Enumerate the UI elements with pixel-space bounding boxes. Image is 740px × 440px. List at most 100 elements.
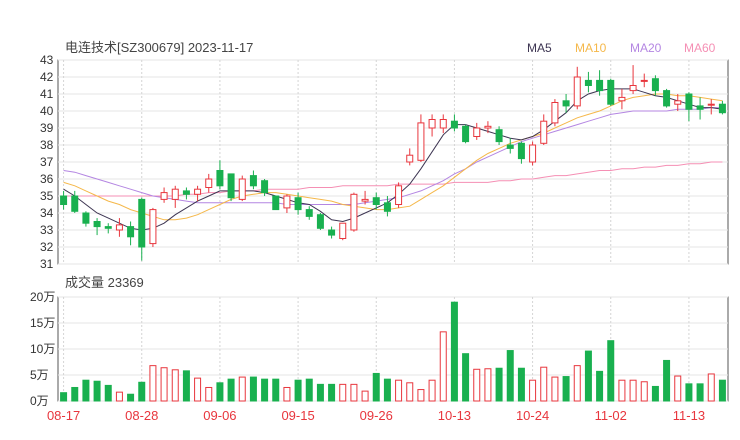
candle: [115, 218, 123, 237]
candle: [484, 121, 492, 134]
volume-bar: [350, 383, 358, 402]
volume-bar: [484, 368, 492, 402]
price-tick-label: 39: [40, 121, 54, 135]
price-tick-label: 42: [40, 70, 54, 84]
candle-body: [506, 144, 514, 149]
candle-body: [395, 185, 403, 206]
candle-body: [182, 190, 190, 195]
volume-bar: [495, 367, 503, 402]
volume-bar: [82, 379, 90, 402]
volume-bar: [328, 383, 336, 402]
candle: [573, 66, 581, 110]
candle: [182, 187, 190, 200]
candle-body: [127, 226, 135, 238]
volume-bar: [696, 383, 704, 402]
volume-bar: [127, 393, 135, 402]
volume-bar: [160, 367, 168, 402]
candle-body: [462, 125, 470, 143]
candle-body: [651, 78, 659, 92]
candle-body: [718, 103, 726, 114]
candle: [607, 78, 615, 106]
candle: [651, 75, 659, 96]
candle: [450, 114, 458, 132]
candle: [596, 70, 604, 96]
volume-bar: [596, 370, 604, 402]
candle: [104, 223, 112, 234]
candle-body: [171, 188, 179, 200]
candle-body: [350, 193, 358, 231]
candle: [663, 88, 671, 108]
volume-bar: [93, 380, 101, 402]
price-tick-label: 31: [40, 257, 54, 271]
legend-ma60: MA60: [684, 41, 716, 55]
volume-bar: [406, 382, 414, 402]
volume-bar: [573, 365, 581, 402]
volume-bar: [651, 385, 659, 402]
price-tick-label: 34: [40, 206, 54, 220]
volume-bar: [685, 383, 693, 402]
x-tick-label: 10-24: [516, 408, 549, 423]
candle: [551, 99, 559, 127]
volume-bar: [71, 386, 79, 402]
volume-bar: [551, 376, 559, 402]
candle: [618, 88, 626, 110]
candle: [160, 187, 168, 203]
volume-bar: [540, 366, 548, 402]
price-tick-label: 33: [40, 223, 54, 237]
candle-body: [428, 119, 436, 129]
candle-body: [238, 178, 246, 200]
volume-bar: [227, 378, 235, 402]
volume-bar: [618, 379, 626, 402]
volume-bar: [439, 331, 447, 402]
candle: [428, 114, 436, 137]
volume-bar: [517, 367, 525, 402]
candle: [283, 194, 291, 213]
legend-ma10: MA10: [575, 41, 607, 55]
volume-bar: [60, 392, 68, 402]
candle: [305, 206, 313, 220]
volume-bar: [339, 383, 347, 402]
candle: [93, 218, 101, 236]
volume-bar: [249, 376, 257, 402]
candle-body: [205, 178, 213, 188]
volume-bar: [506, 350, 514, 402]
volume-bar: [607, 340, 615, 402]
candle: [640, 73, 648, 88]
price-panel: 31 32 33 34 35 36 37 38 39 40 41 42 43: [40, 53, 729, 271]
volume-bar: [372, 372, 380, 402]
x-tick-label: 08-28: [125, 408, 158, 423]
candle: [249, 170, 257, 190]
candle: [350, 192, 358, 232]
x-tick-label: 10-13: [438, 408, 471, 423]
candle: [82, 211, 90, 227]
candle: [629, 65, 637, 94]
volume-bar: [182, 370, 190, 402]
candle: [316, 213, 324, 230]
candle: [540, 114, 548, 145]
volume-chart-title: 成交量 23369: [65, 275, 144, 290]
candle: [272, 195, 280, 211]
candle-body: [529, 144, 537, 163]
candle-body: [305, 209, 313, 217]
candle-body: [629, 85, 637, 92]
candle: [238, 175, 246, 202]
candle-body: [104, 226, 112, 229]
candle-body: [450, 120, 458, 129]
volume-bar: [450, 301, 458, 402]
volume-tick-label: 15万: [30, 316, 55, 330]
candle-body: [339, 222, 347, 239]
volume-bar: [674, 375, 682, 402]
price-tick-label: 32: [40, 240, 54, 254]
candle: [328, 226, 336, 239]
candle-body: [328, 229, 336, 236]
candle-body: [283, 195, 291, 209]
volume-bar: [428, 379, 436, 402]
volume-tick-label: 0万: [30, 394, 49, 408]
candle: [138, 197, 146, 261]
candle-body: [93, 221, 101, 228]
candle-body: [261, 180, 269, 194]
candle: [529, 141, 537, 166]
candle-body: [495, 129, 503, 143]
candle-body: [551, 102, 559, 124]
volume-bar: [640, 381, 648, 402]
